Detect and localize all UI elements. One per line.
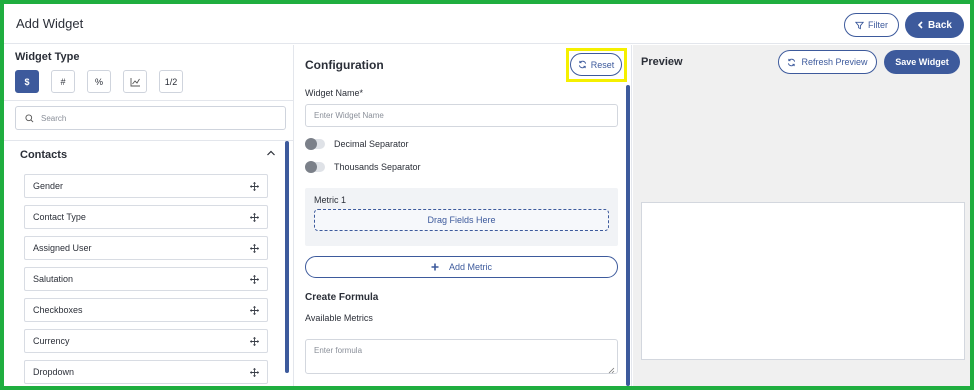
preview-canvas — [641, 202, 965, 360]
decimal-separator-label: Decimal Separator — [334, 139, 409, 149]
scrollbar[interactable] — [626, 85, 630, 386]
field-item-label: Gender — [33, 181, 64, 191]
chevron-left-icon — [917, 21, 924, 29]
configuration-panel: Configuration Reset Widget Name* Decimal… — [295, 45, 632, 386]
save-widget-label: Save Widget — [895, 57, 949, 67]
field-item[interactable]: Contact Type — [24, 205, 268, 229]
back-button[interactable]: Back — [905, 12, 964, 38]
search-box[interactable] — [15, 106, 286, 130]
save-widget-button[interactable]: Save Widget — [884, 50, 960, 74]
refresh-preview-label: Refresh Preview — [801, 57, 868, 67]
widget-type-fraction[interactable]: 1/2 — [159, 70, 183, 93]
drop-zone[interactable]: Drag Fields Here — [314, 209, 609, 231]
field-item[interactable]: Gender — [24, 174, 268, 198]
create-formula-title: Create Formula — [305, 292, 379, 303]
reset-button-label: Reset — [590, 59, 615, 70]
field-item[interactable]: Currency — [24, 329, 268, 353]
field-item-label: Currency — [33, 336, 70, 346]
formula-input[interactable] — [305, 339, 618, 374]
field-item-label: Checkboxes — [33, 305, 83, 315]
widget-type-label: Widget Type — [15, 51, 80, 63]
chevron-up-icon[interactable] — [266, 149, 276, 157]
thousands-separator-row: Thousands Separator — [305, 161, 421, 173]
line-chart-icon — [130, 77, 141, 87]
reset-button[interactable]: Reset — [570, 53, 622, 76]
widget-name-label: Widget Name* — [305, 88, 364, 98]
add-metric-label: Add Metric — [448, 262, 492, 272]
preview-panel: Preview Refresh Preview Save Widget — [633, 45, 970, 386]
filter-button[interactable]: Filter — [844, 13, 899, 37]
plus-icon — [431, 263, 439, 271]
thousands-separator-label: Thousands Separator — [334, 162, 421, 172]
field-list: Gender Contact Type Assigned User Salutatio… — [24, 174, 268, 391]
toggle-knob — [305, 138, 317, 150]
drag-handle-icon[interactable] — [250, 274, 259, 284]
contacts-section-title: Contacts — [20, 149, 68, 161]
drag-handle-icon[interactable] — [250, 305, 259, 315]
field-item[interactable]: Salutation — [24, 267, 268, 291]
scrollbar[interactable] — [285, 141, 289, 373]
decimal-separator-toggle[interactable] — [305, 138, 325, 150]
drop-zone-label: Drag Fields Here — [427, 215, 496, 225]
field-item-label: Contact Type — [33, 212, 86, 222]
filter-button-label: Filter — [868, 20, 888, 30]
thousands-separator-toggle[interactable] — [305, 161, 325, 173]
field-item-label: Salutation — [33, 274, 74, 284]
widget-type-options: $ # % 1/2 — [15, 70, 183, 93]
widget-type-currency[interactable]: $ — [15, 70, 39, 93]
decimal-separator-row: Decimal Separator — [305, 138, 409, 150]
drag-handle-icon[interactable] — [250, 181, 259, 191]
divider — [4, 100, 294, 101]
refresh-icon — [578, 60, 587, 69]
metric-label: Metric 1 — [314, 195, 347, 205]
widget-name-input[interactable] — [305, 104, 618, 127]
back-button-label: Back — [928, 19, 952, 31]
field-item[interactable]: Dropdown — [24, 360, 268, 384]
widget-type-number[interactable]: # — [51, 70, 75, 93]
page-title: Add Widget — [16, 16, 84, 31]
search-icon — [25, 113, 34, 123]
refresh-preview-button[interactable]: Refresh Preview — [778, 50, 877, 74]
add-metric-button[interactable]: Add Metric — [305, 256, 618, 278]
drag-handle-icon[interactable] — [250, 243, 259, 253]
field-item-label: Assigned User — [33, 243, 92, 253]
search-input[interactable] — [41, 113, 261, 123]
toggle-knob — [305, 161, 317, 173]
field-item[interactable]: Assigned User — [24, 236, 268, 260]
resize-grip-icon[interactable] — [608, 367, 615, 374]
widget-type-chart[interactable] — [123, 70, 147, 93]
header-bar: Add Widget Filter Back — [4, 4, 970, 44]
divider — [4, 140, 294, 141]
metric-card: Metric 1 Drag Fields Here — [305, 188, 618, 246]
widget-type-panel: Widget Type $ # % 1/2 Contacts Gender Con… — [4, 45, 294, 386]
field-item[interactable]: Checkboxes — [24, 298, 268, 322]
widget-type-percent[interactable]: % — [87, 70, 111, 93]
preview-title: Preview — [641, 56, 683, 68]
drag-handle-icon[interactable] — [250, 336, 259, 346]
drag-handle-icon[interactable] — [250, 367, 259, 377]
drag-handle-icon[interactable] — [250, 212, 259, 222]
configuration-title: Configuration — [305, 58, 384, 72]
field-item-label: Dropdown — [33, 367, 75, 377]
refresh-icon — [787, 58, 796, 67]
available-metrics-label: Available Metrics — [305, 313, 373, 323]
filter-icon — [855, 21, 864, 30]
